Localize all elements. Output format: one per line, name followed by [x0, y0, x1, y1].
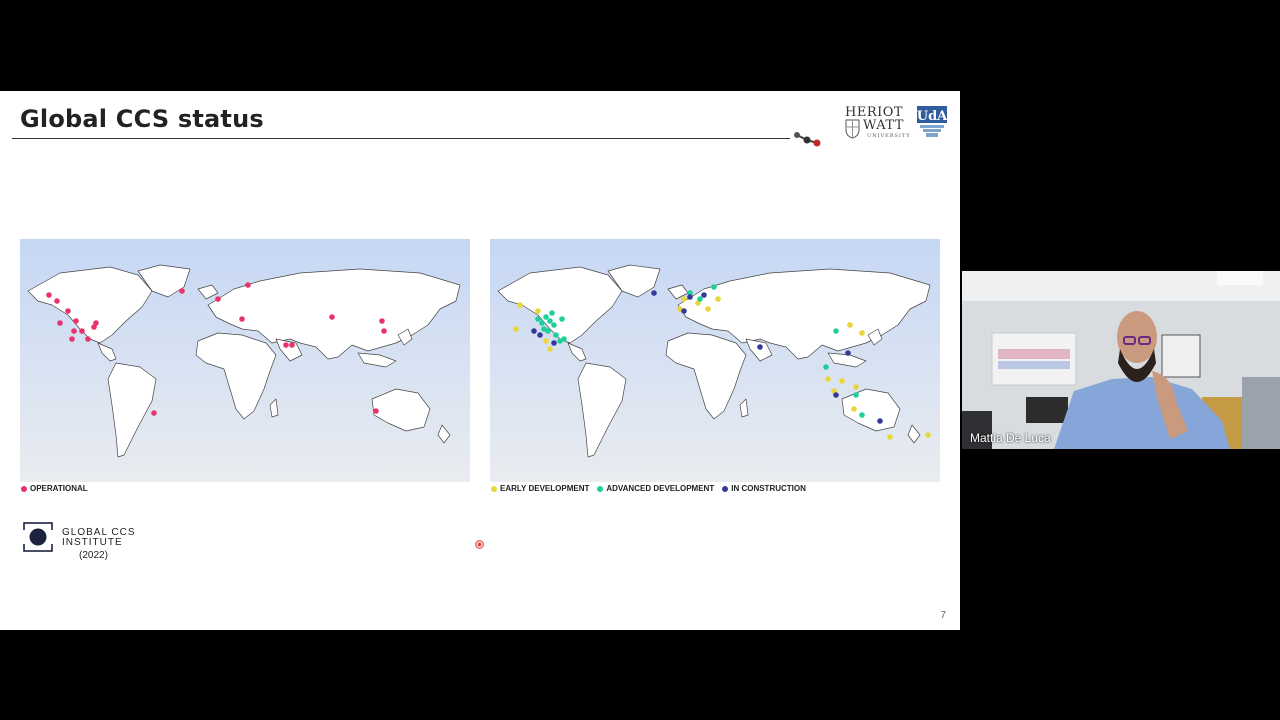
early-development-point: [513, 326, 519, 332]
operational-facility-point: [54, 298, 60, 304]
early-development-point: [887, 434, 893, 440]
early-development-point: [839, 378, 845, 384]
early-dot-icon: [491, 485, 497, 492]
map-operational: [20, 239, 470, 482]
in-construction-point: [833, 392, 839, 398]
advanced-development-point: [541, 326, 547, 332]
slide-number: 7: [940, 610, 946, 621]
legend-item-early: EARLY DEVELOPMENT: [491, 484, 589, 493]
world-map-left: [20, 239, 470, 482]
uda-logo: UdA: [917, 106, 948, 137]
world-map-right: [490, 239, 940, 482]
advanced-development-point: [833, 328, 839, 334]
operational-facility-point: [73, 318, 79, 324]
early-development-point: [825, 376, 831, 382]
webcam-tile[interactable]: Mattia De Luca: [962, 271, 1280, 449]
gccs-mark-icon: [23, 522, 53, 552]
advanced-development-point: [551, 322, 557, 328]
operational-facility-point: [215, 296, 221, 302]
early-development-point: [535, 308, 541, 314]
operational-facility-point: [91, 324, 97, 330]
in-construction-point: [701, 292, 707, 298]
advanced-development-point: [859, 412, 865, 418]
advanced-development-point: [535, 316, 541, 322]
advanced-development-point: [853, 392, 859, 398]
participant-name: Mattia De Luca: [970, 431, 1051, 445]
operational-facility-point: [245, 282, 251, 288]
operational-facility-point: [289, 342, 295, 348]
advanced-development-point: [559, 316, 565, 322]
early-development-point: [925, 432, 931, 438]
advanced-development-point: [561, 336, 567, 342]
in-construction-point: [651, 290, 657, 296]
advanced-dot-icon: [597, 485, 604, 492]
advanced-development-point: [539, 320, 545, 326]
operational-facility-point: [65, 308, 71, 314]
in-construction-point: [681, 308, 687, 314]
operational-facility-point: [151, 410, 157, 416]
svg-text:UdA: UdA: [917, 109, 948, 124]
operational-facility-point: [283, 342, 289, 348]
early-development-point: [681, 296, 687, 302]
in-construction-point: [877, 418, 883, 424]
early-development-point: [543, 338, 549, 344]
crest-icon: [845, 119, 860, 139]
map-development: [490, 239, 940, 482]
webcam-video: [962, 271, 1280, 449]
slide-title: Global CCS status: [20, 105, 264, 133]
in-construction-point: [687, 294, 693, 300]
legend-item-operational: OPERATIONAL: [21, 484, 88, 493]
early-development-point: [853, 384, 859, 390]
advanced-development-point: [549, 310, 555, 316]
legend-development: EARLY DEVELOPMENT ADVANCED DEVELOPMENT I…: [491, 484, 806, 493]
operational-facility-point: [79, 328, 85, 334]
operational-facility-point: [85, 336, 91, 342]
early-development-point: [517, 302, 523, 308]
advanced-development-point: [543, 314, 549, 320]
operational-facility-point: [69, 336, 75, 342]
advanced-development-point: [711, 284, 717, 290]
construction-dot-icon: [722, 485, 729, 492]
in-construction-point: [551, 340, 557, 346]
operational-facility-point: [379, 318, 385, 324]
operational-facility-point: [373, 408, 379, 414]
advanced-development-point: [553, 332, 559, 338]
operational-facility-point: [71, 328, 77, 334]
early-development-point: [851, 406, 857, 412]
operational-facility-point: [179, 288, 185, 294]
in-construction-point: [845, 350, 851, 356]
advanced-development-point: [547, 318, 553, 324]
early-development-point: [547, 346, 553, 352]
legend-item-advanced: ADVANCED DEVELOPMENT: [597, 484, 714, 493]
operational-dot-icon: [21, 485, 27, 492]
operational-facility-point: [239, 316, 245, 322]
molecule-icon: [794, 132, 821, 147]
legend-operational: OPERATIONAL: [21, 484, 88, 493]
operational-facility-point: [381, 328, 387, 334]
early-development-point: [715, 296, 721, 302]
operational-facility-point: [57, 320, 63, 326]
operational-facility-point: [46, 292, 52, 298]
global-ccs-institute-logo: GLOBAL CCS INSTITUTE (2022): [23, 522, 163, 564]
title-divider: [12, 138, 790, 139]
heriot-watt-logo: HERIOT WATT UNIVERSITY: [845, 105, 911, 139]
advanced-development-point: [697, 296, 703, 302]
early-development-point: [705, 306, 711, 312]
in-construction-point: [537, 332, 543, 338]
presentation-slide: Global CCS status HERIOT WATT UNIVERSITY…: [0, 91, 960, 630]
laser-pointer: [475, 540, 484, 549]
in-construction-point: [531, 328, 537, 334]
early-development-point: [847, 322, 853, 328]
in-construction-point: [757, 344, 763, 350]
legend-item-construction: IN CONSTRUCTION: [722, 484, 806, 493]
operational-facility-point: [329, 314, 335, 320]
advanced-development-point: [823, 364, 829, 370]
early-development-point: [859, 330, 865, 336]
